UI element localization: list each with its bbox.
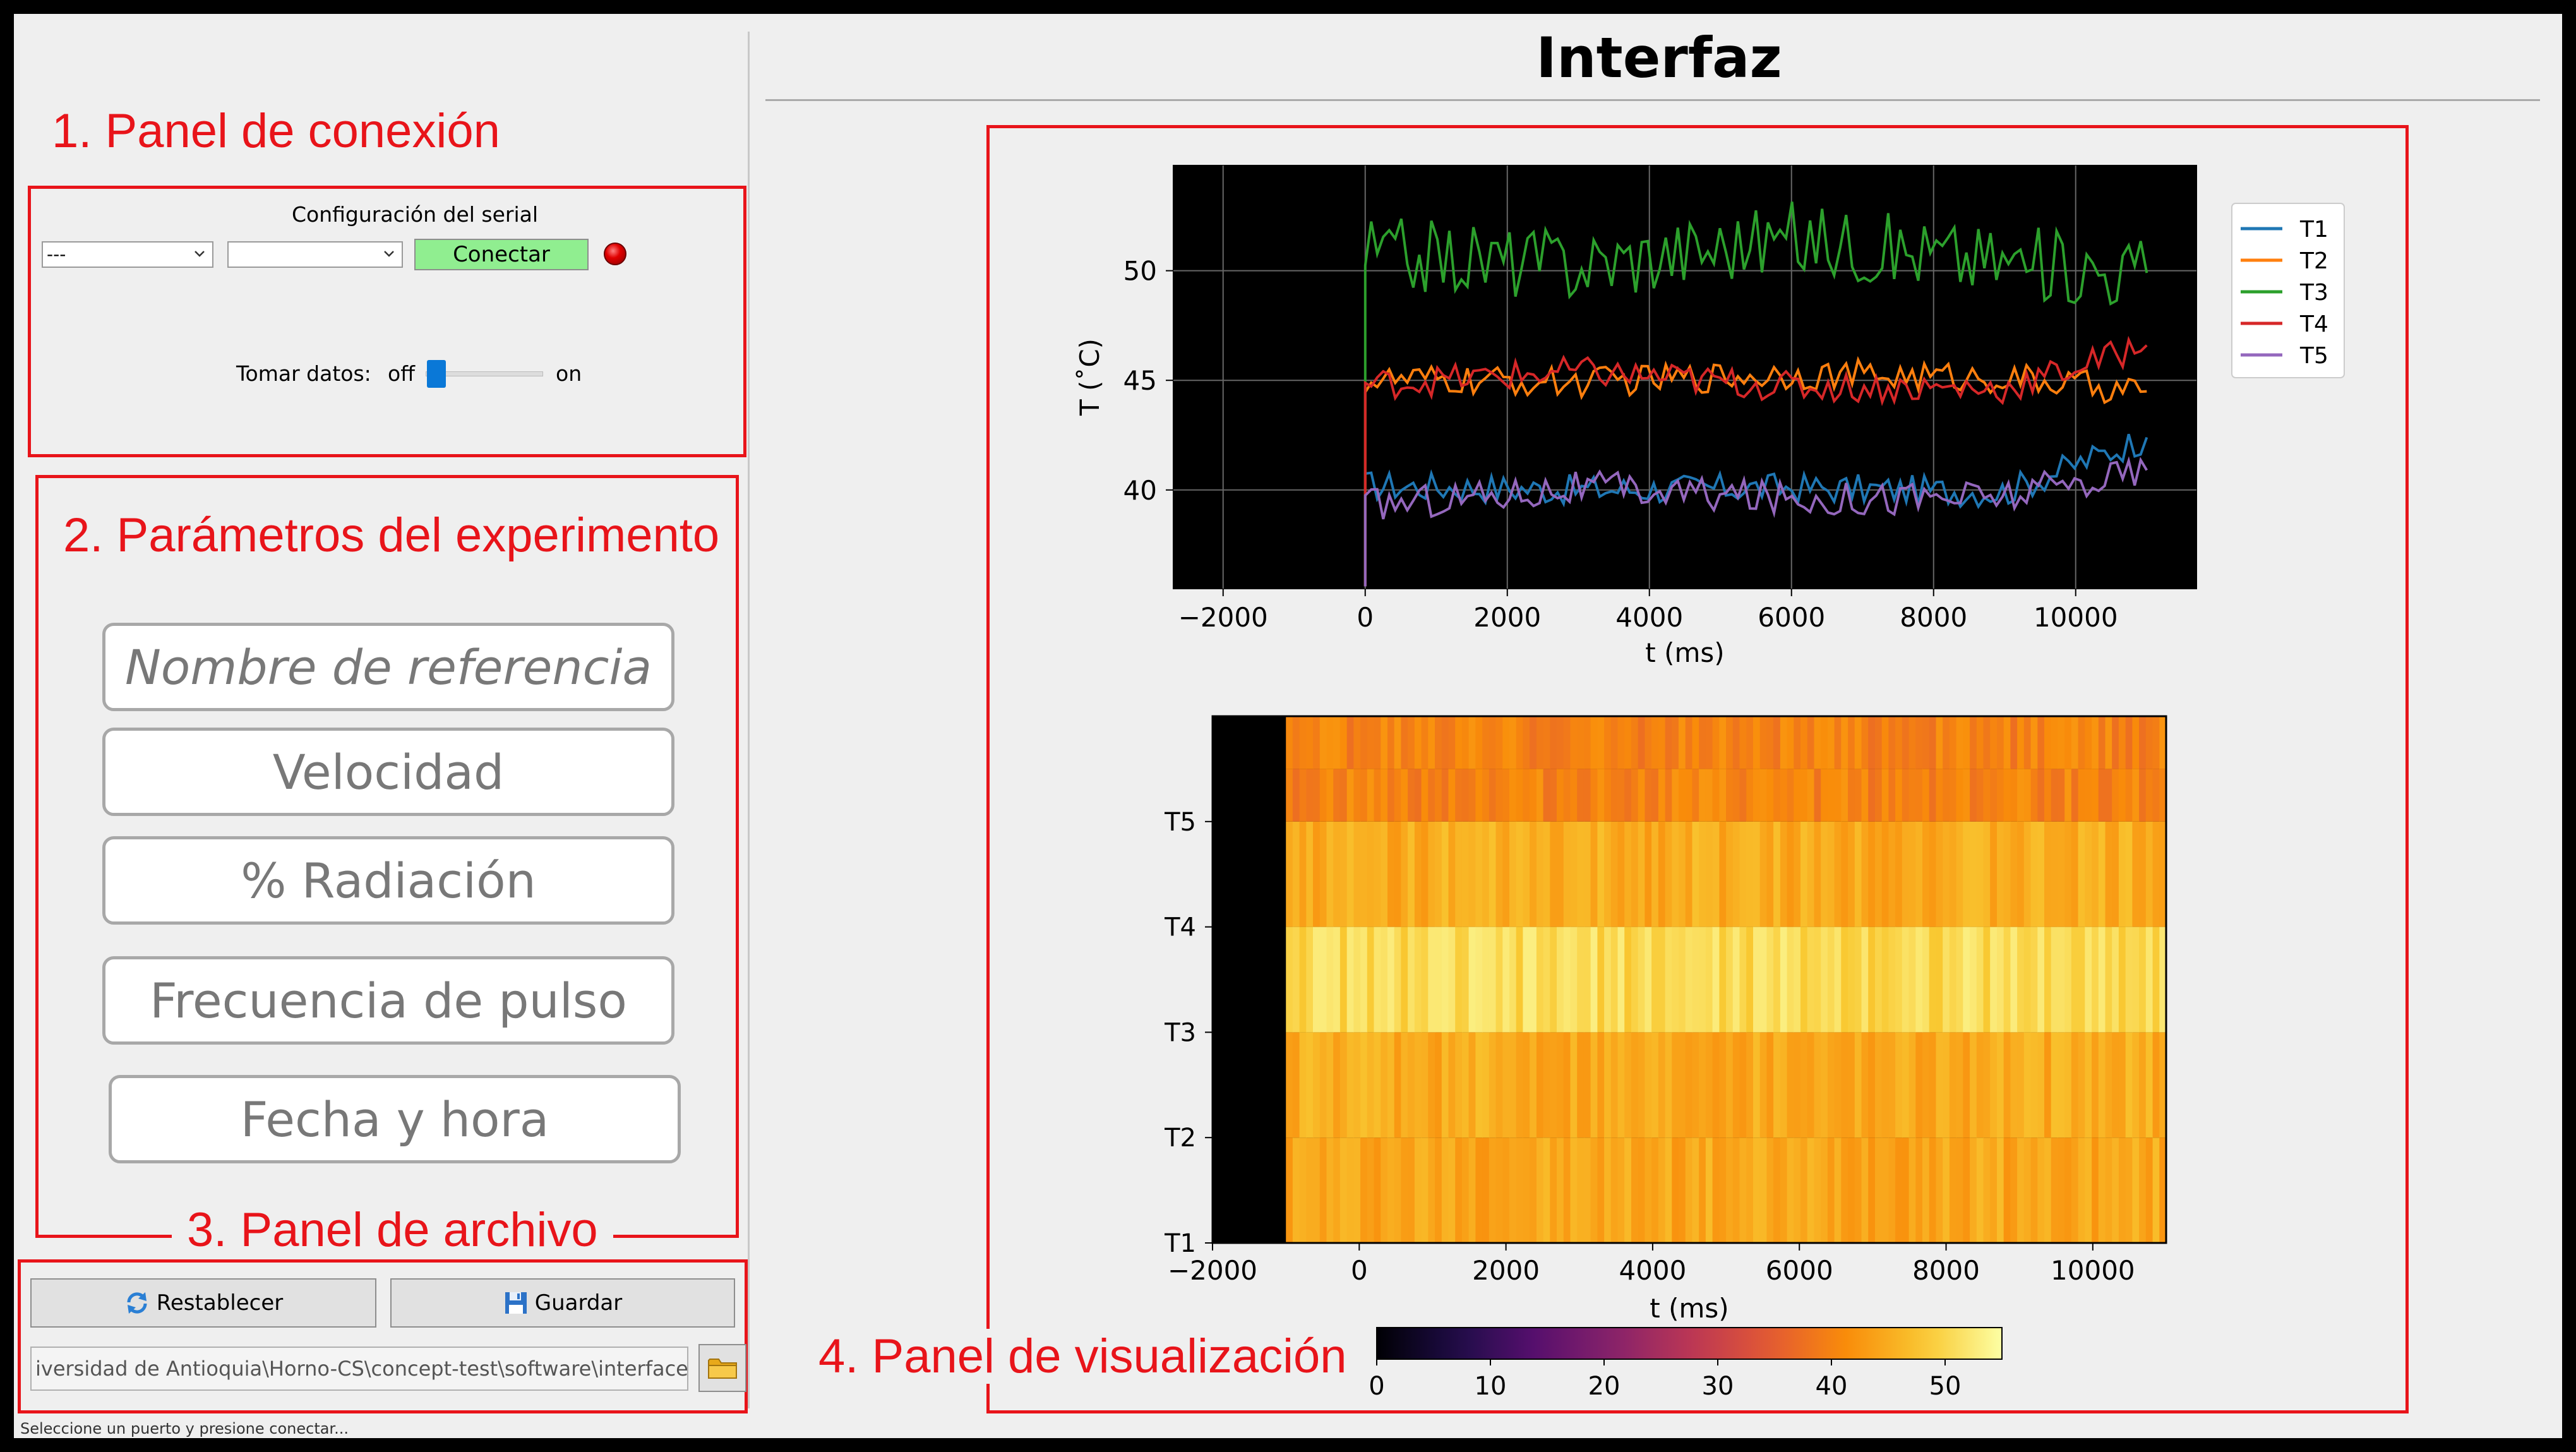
velocity-input[interactable] [105,743,671,800]
toggle-handle[interactable] [427,360,446,388]
off-label: off [388,361,415,386]
chevron-down-icon [195,251,205,257]
status-led [604,243,626,265]
serial-config-label: Configuración del serial [292,202,539,227]
radiation-field[interactable] [102,836,674,925]
title-divider [765,99,2540,101]
port-combo-value: --- [47,244,66,265]
reset-button[interactable]: Restablecer [30,1278,376,1328]
save-icon [505,1292,527,1314]
folder-icon [708,1359,737,1379]
annotation-connection-panel: 1. Panel de conexión [52,104,500,158]
pulse-frequency-field[interactable] [102,956,674,1045]
reference-name-field[interactable] [102,623,674,711]
radiation-input[interactable] [105,852,671,909]
save-button[interactable]: Guardar [390,1278,735,1328]
reset-button-label: Restablecer [156,1290,284,1316]
datetime-input[interactable] [112,1091,678,1148]
connect-button-label: Conectar [453,242,550,267]
path-value: iversidad de Antioquia\Horno-CS\concept-… [35,1357,688,1381]
baud-combo[interactable] [227,241,403,268]
status-bar: Seleccione un puerto y presione conectar… [14,1417,2562,1438]
reference-name-input[interactable] [105,639,671,695]
main-window: Interfaz 1. Panel de conexión Configurac… [14,14,2562,1438]
annotation-parameters-panel: 2. Parámetros del experimento [63,508,720,562]
refresh-icon [127,1292,147,1314]
datetime-field[interactable] [109,1075,681,1163]
take-data-label: Tomar datos: [236,361,371,386]
chevron-down-icon [384,251,394,257]
path-field[interactable]: iversidad de Antioquia\Horno-CS\concept-… [30,1347,688,1391]
browse-folder-button[interactable] [698,1344,746,1392]
take-data-toggle[interactable] [426,360,552,388]
status-message: Seleccione un puerto y presione conectar… [20,1420,349,1437]
port-combo[interactable]: --- [42,241,213,268]
window-title: Interfaz [1536,25,1782,90]
splitter[interactable] [748,32,750,1408]
pulse-frequency-input[interactable] [105,972,671,1029]
velocity-field[interactable] [102,728,674,816]
save-button-label: Guardar [534,1290,623,1316]
annotation-visualization-panel: 4. Panel de visualización [803,1329,1362,1384]
visualization-panel-frame [986,125,2409,1413]
connect-button[interactable]: Conectar [414,239,589,270]
on-label: on [556,361,582,386]
annotation-file-panel: 3. Panel de archivo [172,1203,613,1257]
